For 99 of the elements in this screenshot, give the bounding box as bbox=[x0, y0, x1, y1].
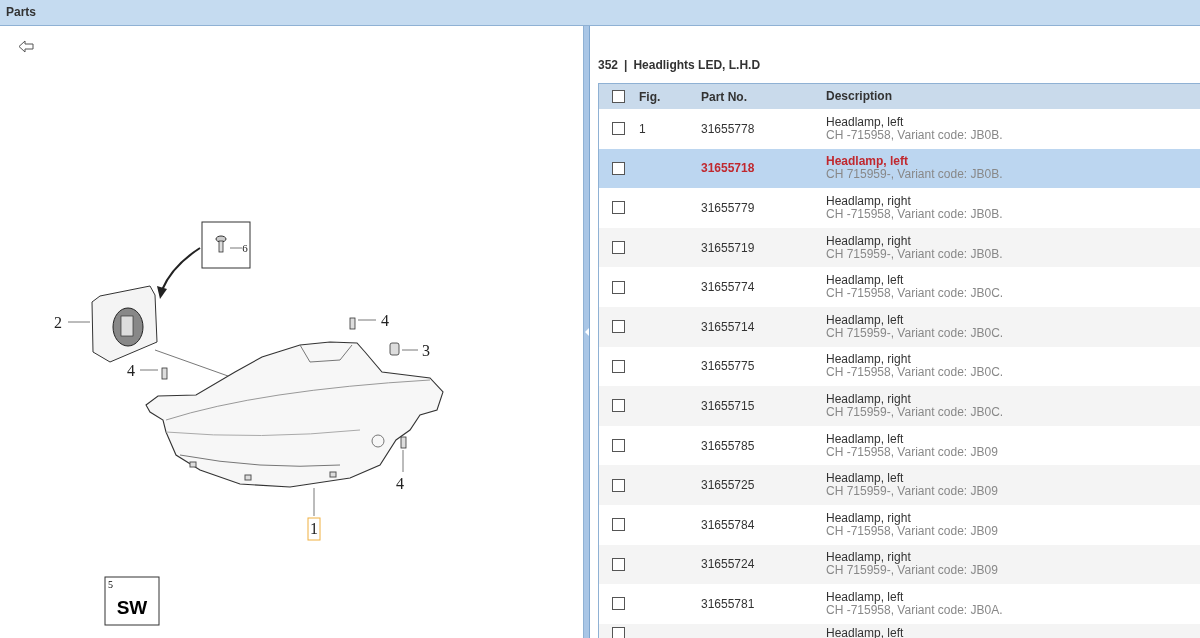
part-number: 31655715 bbox=[701, 398, 755, 413]
part-title: Headlamp, left bbox=[826, 155, 910, 169]
part-title: Headlamp, left bbox=[826, 313, 905, 327]
callout-number[interactable]: 6 bbox=[242, 242, 248, 254]
checkbox[interactable] bbox=[612, 241, 625, 255]
checkbox[interactable] bbox=[612, 557, 625, 571]
table-row[interactable]: 31655718 Headlamp, left CH 715959-, Variant code: JB0B. bbox=[599, 148, 1200, 189]
leader-line bbox=[313, 487, 315, 517]
symbol-code: SW bbox=[116, 597, 148, 618]
part-number: 31655779 bbox=[701, 201, 755, 215]
cap-drawing bbox=[389, 342, 400, 356]
checkbox[interactable] bbox=[612, 597, 625, 611]
part-title: Headlamp, right bbox=[826, 353, 912, 367]
checkbox[interactable] bbox=[612, 478, 625, 492]
screw-drawing bbox=[400, 436, 407, 449]
table-row[interactable]: 31655724 Headlamp, right CH 715959-, Variant code: JB09 bbox=[599, 544, 1200, 585]
part-title: Headlamp, left bbox=[826, 432, 905, 446]
part-title: Headlamp, left bbox=[826, 274, 905, 288]
part-number: 31655785 bbox=[701, 438, 755, 453]
part-number: 31655719 bbox=[701, 240, 755, 255]
part-note: CH 715959-, Variant code: JB09 bbox=[826, 564, 998, 578]
curved-arrow-drawing bbox=[157, 247, 201, 299]
checkbox[interactable] bbox=[612, 518, 625, 532]
part-note: CH -715958, Variant code: JB0C. bbox=[826, 366, 1004, 380]
part-title: Headlamp, right bbox=[826, 511, 911, 525]
screw-drawing bbox=[215, 235, 227, 253]
checkbox[interactable] bbox=[612, 90, 625, 103]
part-number: 31655784 bbox=[701, 517, 755, 532]
panel-title: Parts bbox=[6, 5, 37, 19]
inset-frame bbox=[201, 221, 251, 269]
leader-line bbox=[67, 321, 91, 323]
fig-number: 1 bbox=[639, 121, 646, 136]
screw-drawing bbox=[161, 367, 168, 380]
checkbox[interactable] bbox=[612, 359, 625, 373]
leader-line bbox=[229, 247, 243, 249]
part-note: CH -715958, Variant code: JB0C. bbox=[826, 287, 1004, 301]
table-row[interactable]: 31655784 Headlamp, right CH -715958, Variant code: JB09 bbox=[599, 504, 1200, 545]
part-title: Headlamp, right bbox=[826, 392, 912, 406]
table-row[interactable]: 31655774 Headlamp, left CH -715958, Variant code: JB0C. bbox=[599, 267, 1200, 307]
leader-line bbox=[401, 349, 419, 351]
table-row[interactable]: 31655719 Headlamp, right CH 715959-, Variant code: JB0B. bbox=[599, 227, 1200, 268]
checkbox[interactable] bbox=[612, 320, 625, 334]
checkbox[interactable] bbox=[612, 122, 625, 136]
table-row[interactable]: 31655725 Headlamp, left CH 715959-, Variant code: JB09 bbox=[599, 465, 1200, 505]
part-number: 31655725 bbox=[701, 478, 755, 493]
leader-line bbox=[402, 449, 404, 473]
callout-number[interactable]: 4 bbox=[127, 362, 135, 379]
screw-drawing bbox=[349, 317, 356, 330]
table-row[interactable]: 31655779 Headlamp, right CH -715958, Variant code: JB0B. bbox=[599, 188, 1200, 228]
column-header: Fig. bbox=[639, 89, 661, 104]
part-note: CH 715959-, Variant code: JB09 bbox=[826, 485, 998, 499]
column-header: Part No. bbox=[701, 89, 747, 104]
part-number: 31655778 bbox=[701, 121, 755, 136]
table-row[interactable]: 1 31655778 Headlamp, left CH -715958, Variant code: JB0B. bbox=[599, 109, 1200, 149]
symbol-frame bbox=[104, 576, 160, 626]
checkbox[interactable] bbox=[612, 626, 625, 638]
group-title: Headlights LED, L.H.D bbox=[633, 57, 761, 74]
part-number: 31655724 bbox=[701, 557, 755, 572]
checkbox[interactable] bbox=[612, 280, 625, 294]
part-title: Headlamp, left bbox=[826, 590, 905, 604]
part-number: 31655774 bbox=[701, 280, 755, 295]
callout-number[interactable]: 1 bbox=[310, 520, 318, 537]
leader-line bbox=[357, 319, 377, 321]
table-row[interactable]: 31655785 Headlamp, left CH -715958, Variant code: JB09 bbox=[599, 425, 1200, 466]
table-row[interactable]: 31655781 Headlamp, left CH -715958, Variant code: JB0A. bbox=[599, 584, 1200, 624]
group-number: 352 bbox=[598, 57, 619, 74]
callout-number[interactable]: 3 bbox=[422, 342, 430, 359]
part-note: CH -715958, Variant code: JB0B. bbox=[826, 208, 1003, 221]
part-number: 31655775 bbox=[701, 359, 755, 374]
separator: | bbox=[624, 57, 628, 74]
checkbox[interactable] bbox=[612, 161, 625, 175]
callout-number[interactable]: 4 bbox=[396, 475, 404, 492]
part-title: Headlamp, right bbox=[826, 234, 911, 248]
part-note: CH -715958, Variant code: JB09 bbox=[826, 524, 998, 538]
table-row[interactable]: 31655775 Headlamp, right CH -715958, Variant code: JB0C. bbox=[599, 346, 1200, 387]
part-number: 31655714 bbox=[701, 319, 755, 334]
part-title: Headlamp, right bbox=[826, 551, 912, 565]
part-title: Headlamp, left bbox=[826, 472, 905, 486]
part-note: CH 715959-, Variant code: JB0B. bbox=[826, 247, 1003, 261]
part-note: CH -715958, Variant code: JB09 bbox=[826, 445, 998, 459]
table-row[interactable]: 31655714 Headlamp, left CH 715959-, Variant code: JB0C. bbox=[599, 306, 1200, 347]
checkbox[interactable] bbox=[612, 201, 625, 215]
part-number: 31655718 bbox=[701, 161, 755, 176]
part-note: CH 715959-, Variant code: JB0C. bbox=[826, 405, 1004, 419]
part-note: CH -715958, Variant code: JB0A. bbox=[826, 603, 1003, 617]
part-title: Headlamp, right bbox=[826, 195, 912, 208]
checkbox[interactable] bbox=[612, 439, 625, 453]
back-arrow-icon[interactable] bbox=[18, 40, 34, 53]
part-title: Headlamp, left bbox=[826, 115, 905, 129]
column-header: Description bbox=[826, 89, 892, 103]
symbol-index: 5 bbox=[108, 579, 113, 590]
checkbox[interactable] bbox=[612, 399, 625, 413]
callout-number[interactable]: 2 bbox=[54, 314, 62, 331]
part-note: CH -715958, Variant code: JB0B. bbox=[826, 128, 1003, 142]
table-row[interactable]: 31655715 Headlamp, right CH 715959-, Variant code: JB0C. bbox=[599, 386, 1200, 426]
callout-number[interactable]: 4 bbox=[381, 312, 389, 329]
part-note: CH 715959-, Variant code: JB0B. bbox=[826, 168, 1003, 182]
part-note: CH 715959-, Variant code: JB0C. bbox=[826, 326, 1004, 340]
part-number: 31655781 bbox=[701, 596, 755, 611]
